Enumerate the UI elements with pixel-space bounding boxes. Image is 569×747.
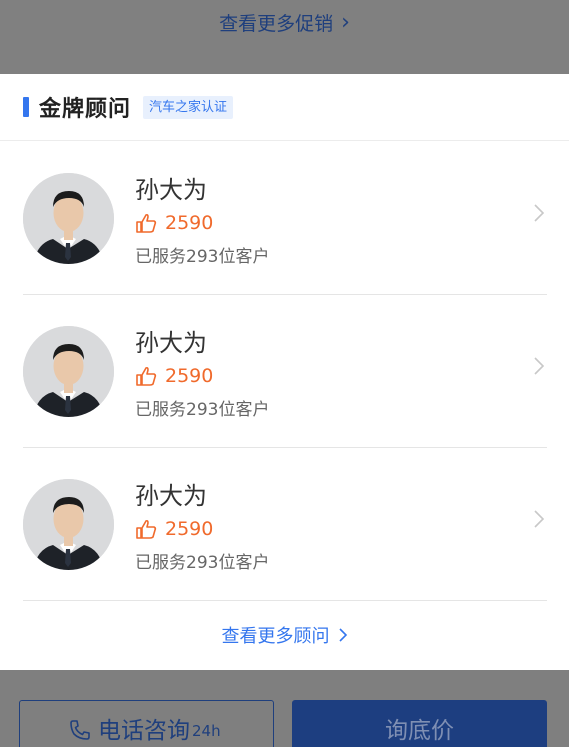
inquire-price-button[interactable]: 询底价	[292, 700, 547, 747]
thumbs-up-icon	[136, 366, 157, 386]
chevron-right-icon	[534, 204, 545, 222]
more-advisors-label: 查看更多顾问	[221, 626, 330, 647]
advisor-panel: 金牌顾问 汽车之家认证 孙大为 2590 已服务293位客户 孙大为 2590 …	[0, 74, 569, 670]
avatar	[23, 326, 114, 417]
phone-consult-label: 电话咨询	[98, 717, 190, 744]
inquire-price-label: 询底价	[385, 717, 454, 744]
chevron-right-icon	[534, 357, 545, 375]
more-promos-link[interactable]: 查看更多促销 ›	[0, 9, 569, 36]
chevron-right-icon: ›	[341, 10, 350, 35]
likes-count: 2590	[165, 365, 214, 387]
chevron-right-icon	[338, 628, 347, 642]
more-promos-label: 查看更多促销	[219, 13, 334, 35]
bottom-action-bar: 电话咨询 24h 询底价	[0, 670, 569, 747]
chevron-right-icon	[534, 510, 545, 528]
accent-bar	[23, 97, 29, 117]
likes-count: 2590	[165, 212, 214, 234]
served-count: 已服务293位客户	[135, 400, 270, 420]
thumbs-up-icon	[136, 213, 157, 233]
advisor-name: 孙大为	[135, 482, 207, 510]
avatar	[23, 173, 114, 264]
served-count: 已服务293位客户	[135, 553, 270, 573]
section-title: 金牌顾问	[39, 97, 132, 122]
divider	[23, 600, 547, 601]
likes-count: 2590	[165, 518, 214, 540]
phone-consult-button[interactable]: 电话咨询 24h	[19, 700, 274, 747]
phone-hours: 24h	[192, 721, 221, 740]
more-advisors-link[interactable]: 查看更多顾问	[0, 622, 569, 648]
phone-icon	[70, 720, 90, 740]
advisor-name: 孙大为	[135, 176, 207, 204]
advisor-row[interactable]: 孙大为 2590 已服务293位客户	[0, 448, 569, 601]
served-count: 已服务293位客户	[135, 247, 270, 267]
promo-strip: 查看更多促销 ›	[0, 0, 569, 74]
advisor-row[interactable]: 孙大为 2590 已服务293位客户	[0, 295, 569, 448]
avatar	[23, 479, 114, 570]
advisor-row[interactable]: 孙大为 2590 已服务293位客户	[0, 142, 569, 295]
section-header: 金牌顾问 汽车之家认证	[0, 74, 569, 141]
certification-badge: 汽车之家认证	[143, 96, 234, 119]
thumbs-up-icon	[136, 519, 157, 539]
advisor-name: 孙大为	[135, 329, 207, 357]
